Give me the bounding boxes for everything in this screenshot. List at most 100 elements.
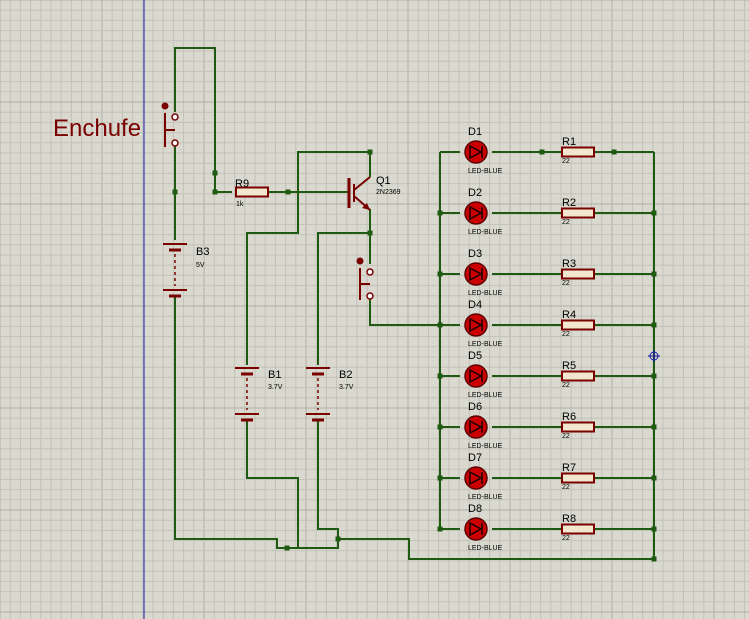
led-value-label: LED-BLUE bbox=[468, 545, 503, 552]
b2-ref-label: B2 bbox=[339, 369, 352, 381]
junction-dot bbox=[651, 556, 657, 562]
junction-dot bbox=[437, 526, 443, 532]
led-d4 bbox=[464, 313, 488, 337]
resistor-body bbox=[561, 523, 595, 535]
switch-contact bbox=[366, 268, 374, 276]
resistor-value-label: 22 bbox=[562, 280, 570, 287]
junction-dot bbox=[284, 545, 290, 551]
switch-contact bbox=[171, 113, 179, 121]
resistor-ref-label: R4 bbox=[562, 309, 576, 321]
b3-ref-label: B3 bbox=[196, 246, 209, 258]
led-ref-label: D1 bbox=[468, 126, 482, 138]
enchufe-label: Enchufe bbox=[53, 115, 141, 142]
resistor-ref-label: R2 bbox=[562, 197, 576, 209]
resistor-body bbox=[561, 319, 595, 331]
resistor-r2 bbox=[561, 207, 595, 219]
resistor-value-label: 22 bbox=[562, 219, 570, 226]
junction-dot bbox=[651, 475, 657, 481]
resistor-ref-label: R7 bbox=[562, 462, 576, 474]
junction-dot bbox=[335, 536, 341, 542]
junction-dot bbox=[367, 230, 373, 236]
resistor-value-label: 22 bbox=[562, 433, 570, 440]
resistor-r6 bbox=[561, 421, 595, 433]
resistor-ref-label: R5 bbox=[562, 360, 576, 372]
led-value-label: LED-BLUE bbox=[468, 443, 503, 450]
b2-value-label: 3.7V bbox=[339, 384, 354, 391]
junction-dot bbox=[437, 424, 443, 430]
switch-contact bbox=[366, 292, 374, 300]
junction-dot bbox=[285, 189, 291, 195]
resistor-value-label: 22 bbox=[562, 484, 570, 491]
junction-dot bbox=[651, 322, 657, 328]
resistor-r4 bbox=[561, 319, 595, 331]
b1-ref-label: B1 bbox=[268, 369, 281, 381]
led-value-label: LED-BLUE bbox=[468, 341, 503, 348]
junction-dot bbox=[437, 475, 443, 481]
resistor-ref-label: R6 bbox=[562, 411, 576, 423]
junction-dot bbox=[212, 189, 218, 195]
led-value-label: LED-BLUE bbox=[468, 168, 503, 175]
resistor-ref-label: R1 bbox=[562, 136, 576, 148]
led-ref-label: D5 bbox=[468, 350, 482, 362]
switch-contact bbox=[171, 139, 179, 147]
led-ref-label: D8 bbox=[468, 503, 482, 515]
junction-dot bbox=[437, 210, 443, 216]
r9-ref-label: R9 bbox=[235, 178, 249, 190]
junction-dot bbox=[651, 210, 657, 216]
junction-dot bbox=[651, 373, 657, 379]
junction-dot bbox=[212, 170, 218, 176]
b1-value-label: 3.7V bbox=[268, 384, 283, 391]
led-d3 bbox=[464, 262, 488, 286]
switch-knob bbox=[161, 102, 169, 110]
led-d5 bbox=[464, 364, 488, 388]
junction-dot bbox=[539, 149, 545, 155]
q1-value-label: 2N2369 bbox=[376, 189, 401, 196]
led-value-label: LED-BLUE bbox=[468, 229, 503, 236]
resistor-r8 bbox=[561, 523, 595, 535]
led-body bbox=[464, 364, 488, 388]
resistor-body bbox=[561, 472, 595, 484]
led-d8 bbox=[464, 517, 488, 541]
led-value-label: LED-BLUE bbox=[468, 290, 503, 297]
led-ref-label: D3 bbox=[468, 248, 482, 260]
junction-dot bbox=[651, 424, 657, 430]
led-ref-label: D6 bbox=[468, 401, 482, 413]
schematic-canvas[interactable]: Enchufe R9 1k Q1 2N2369 B3 5V B1 3.7V B2… bbox=[0, 0, 749, 619]
junction-dot bbox=[651, 271, 657, 277]
led-d2 bbox=[464, 201, 488, 225]
led-body bbox=[464, 313, 488, 337]
b3-value-label: 5V bbox=[196, 262, 205, 269]
led-ref-label: D4 bbox=[468, 299, 482, 311]
junction-dot bbox=[367, 149, 373, 155]
resistor-body bbox=[561, 370, 595, 382]
led-ref-label: D7 bbox=[468, 452, 482, 464]
switch-knob bbox=[356, 257, 364, 265]
led-body bbox=[464, 262, 488, 286]
r9-value-label: 1k bbox=[236, 201, 244, 208]
resistor-value-label: 22 bbox=[562, 331, 570, 338]
led-d7 bbox=[464, 466, 488, 490]
resistor-body bbox=[561, 146, 595, 158]
resistor-r3 bbox=[561, 268, 595, 280]
junction-dot bbox=[651, 526, 657, 532]
resistor-body bbox=[561, 421, 595, 433]
resistor-r7 bbox=[561, 472, 595, 484]
junction-dot bbox=[437, 373, 443, 379]
resistor-body bbox=[561, 268, 595, 280]
junction-dot bbox=[611, 149, 617, 155]
junction-dot bbox=[172, 189, 178, 195]
led-body bbox=[464, 140, 488, 164]
resistor-ref-label: R8 bbox=[562, 513, 576, 525]
resistor-body bbox=[561, 207, 595, 219]
resistor-value-label: 22 bbox=[562, 158, 570, 165]
led-d1 bbox=[464, 140, 488, 164]
led-body bbox=[464, 466, 488, 490]
led-value-label: LED-BLUE bbox=[468, 494, 503, 501]
junction-dot bbox=[437, 322, 443, 328]
led-body bbox=[464, 415, 488, 439]
led-value-label: LED-BLUE bbox=[468, 392, 503, 399]
resistor-ref-label: R3 bbox=[562, 258, 576, 270]
resistor-r5 bbox=[561, 370, 595, 382]
led-body bbox=[464, 517, 488, 541]
led-d6 bbox=[464, 415, 488, 439]
